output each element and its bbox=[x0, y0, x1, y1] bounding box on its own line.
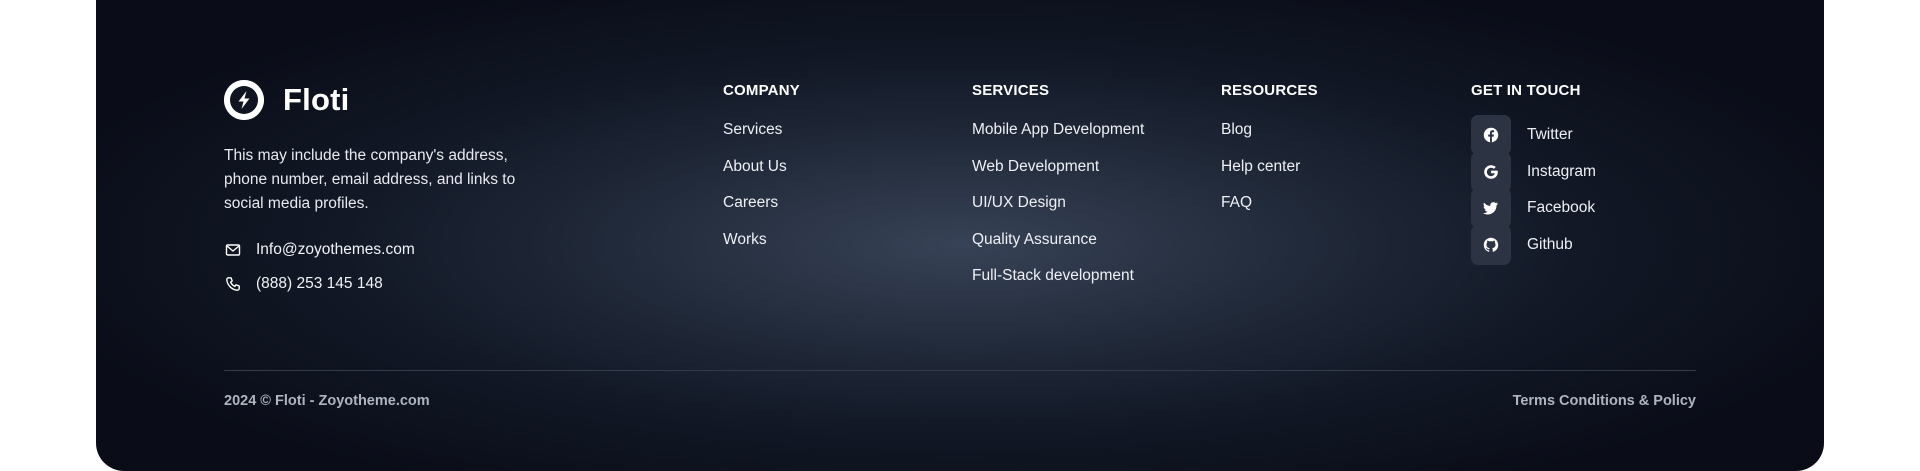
mail-icon bbox=[224, 241, 242, 259]
copyright-text: 2024 © Floti - Zoyotheme.com bbox=[224, 393, 430, 409]
site-footer: Floti This may include the company's add… bbox=[96, 0, 1824, 471]
services-link-qa[interactable]: Quality Assurance bbox=[972, 230, 1144, 267]
social-label: Github bbox=[1527, 235, 1573, 253]
company-column: COMPANY Services About Us Careers Works bbox=[723, 82, 800, 266]
phone-icon bbox=[224, 275, 242, 293]
social-label: Facebook bbox=[1527, 199, 1596, 217]
facebook-icon[interactable] bbox=[1471, 115, 1511, 156]
social-label: Twitter bbox=[1527, 126, 1573, 144]
services-link-mobile[interactable]: Mobile App Development bbox=[972, 120, 1144, 157]
google-icon[interactable] bbox=[1471, 151, 1511, 192]
resources-heading: RESOURCES bbox=[1221, 82, 1318, 99]
lightning-bolt-icon bbox=[224, 80, 264, 120]
resources-column: RESOURCES Blog Help center FAQ bbox=[1221, 82, 1318, 230]
get-in-touch-column: GET IN TOUCH Twitter Instagram Facebook … bbox=[1471, 82, 1596, 265]
terms-link[interactable]: Terms Conditions & Policy bbox=[1513, 393, 1696, 409]
brand-description: This may include the company's address, … bbox=[224, 147, 516, 212]
company-link-about[interactable]: About Us bbox=[723, 157, 800, 194]
contact-phone-text: (888) 253 145 148 bbox=[256, 275, 383, 292]
footer-divider bbox=[224, 370, 1696, 371]
contact-phone[interactable]: (888) 253 145 148 bbox=[224, 275, 383, 293]
social-link-twitter[interactable]: Twitter bbox=[1471, 115, 1596, 156]
services-column: SERVICES Mobile App Development Web Deve… bbox=[972, 82, 1144, 303]
company-link-services[interactable]: Services bbox=[723, 120, 800, 157]
brand-name: Floti bbox=[283, 82, 350, 117]
social-link-instagram[interactable]: Instagram bbox=[1471, 151, 1596, 192]
get-in-touch-heading: GET IN TOUCH bbox=[1471, 82, 1581, 99]
services-link-fullstack[interactable]: Full-Stack development bbox=[972, 266, 1144, 303]
resources-link-blog[interactable]: Blog bbox=[1221, 120, 1318, 157]
services-link-uiux[interactable]: UI/UX Design bbox=[972, 193, 1144, 230]
resources-link-help[interactable]: Help center bbox=[1221, 157, 1318, 194]
contact-email-text: Info@zoyothemes.com bbox=[256, 241, 415, 258]
brand[interactable]: Floti bbox=[224, 80, 349, 120]
social-label: Instagram bbox=[1527, 162, 1596, 180]
social-link-facebook[interactable]: Facebook bbox=[1471, 188, 1596, 229]
services-link-web[interactable]: Web Development bbox=[972, 157, 1144, 194]
company-link-careers[interactable]: Careers bbox=[723, 193, 800, 230]
social-link-github[interactable]: Github bbox=[1471, 224, 1596, 265]
resources-link-faq[interactable]: FAQ bbox=[1221, 193, 1318, 230]
twitter-icon[interactable] bbox=[1471, 188, 1511, 229]
github-icon[interactable] bbox=[1471, 224, 1511, 265]
company-link-works[interactable]: Works bbox=[723, 230, 800, 267]
company-heading: COMPANY bbox=[723, 82, 800, 99]
contact-email[interactable]: Info@zoyothemes.com bbox=[224, 241, 415, 259]
services-heading: SERVICES bbox=[972, 82, 1050, 99]
